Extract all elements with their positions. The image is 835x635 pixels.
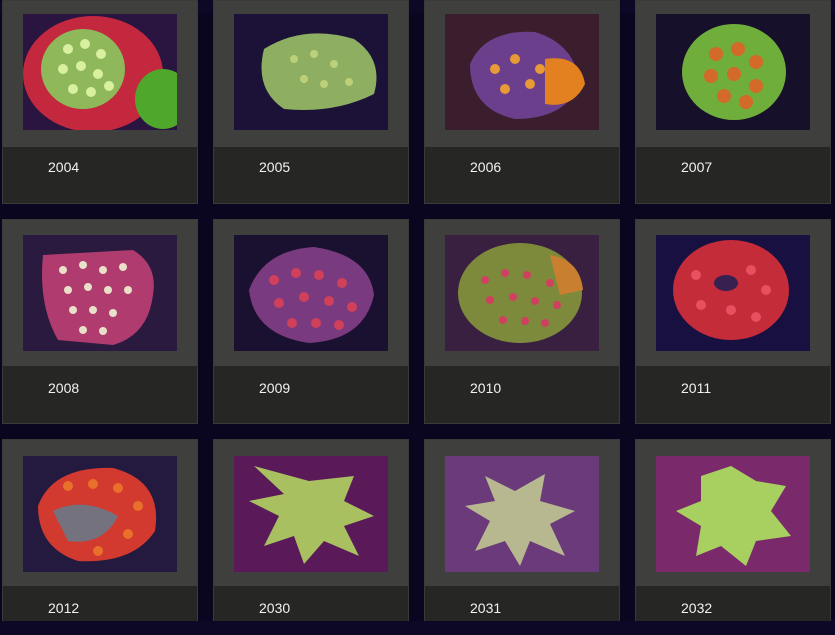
- coral-id-label: 2009: [259, 380, 291, 396]
- gallery-card-2007[interactable]: 2007: [635, 0, 831, 204]
- coral-id-label: 2031: [470, 600, 502, 616]
- gallery-card-2004[interactable]: 2004: [2, 0, 198, 204]
- coral-id-label: 2030: [259, 600, 291, 616]
- coral-id-label: 2006: [470, 159, 502, 175]
- gallery-card-2030[interactable]: 2030: [213, 439, 409, 635]
- coral-thumbnail[interactable]: [445, 235, 599, 351]
- coral-thumbnail[interactable]: [234, 14, 388, 130]
- coral-id-label: 2011: [681, 380, 712, 396]
- coral-thumbnail[interactable]: [445, 456, 599, 572]
- coral-gallery-grid: 2004 2005 2006 2007 2008 2009 2010 2011 …: [0, 0, 835, 635]
- coral-thumbnail[interactable]: [23, 14, 177, 130]
- coral-id-label: 2004: [48, 159, 80, 175]
- gallery-card-2010[interactable]: 2010: [424, 219, 620, 424]
- coral-id-label: 2012: [48, 600, 80, 616]
- gallery-card-2008[interactable]: 2008: [2, 219, 198, 424]
- coral-id-label: 2010: [470, 380, 502, 396]
- coral-id-label: 2008: [48, 380, 80, 396]
- coral-thumbnail[interactable]: [656, 456, 810, 572]
- gallery-card-2006[interactable]: 2006: [424, 0, 620, 204]
- gallery-card-2009[interactable]: 2009: [213, 219, 409, 424]
- gallery-card-2032[interactable]: 2032: [635, 439, 831, 635]
- coral-thumbnail[interactable]: [656, 14, 810, 130]
- coral-thumbnail[interactable]: [656, 235, 810, 351]
- gallery-card-2012[interactable]: 2012: [2, 439, 198, 635]
- gallery-card-2011[interactable]: 2011: [635, 219, 831, 424]
- coral-thumbnail[interactable]: [234, 456, 388, 572]
- coral-id-label: 2005: [259, 159, 291, 175]
- coral-id-label: 2032: [681, 600, 713, 616]
- coral-thumbnail[interactable]: [23, 235, 177, 351]
- coral-thumbnail[interactable]: [234, 235, 388, 351]
- coral-thumbnail[interactable]: [23, 456, 177, 572]
- bottom-bar: [0, 621, 835, 635]
- gallery-card-2005[interactable]: 2005: [213, 0, 409, 204]
- coral-id-label: 2007: [681, 159, 713, 175]
- gallery-card-2031[interactable]: 2031: [424, 439, 620, 635]
- coral-thumbnail[interactable]: [445, 14, 599, 130]
